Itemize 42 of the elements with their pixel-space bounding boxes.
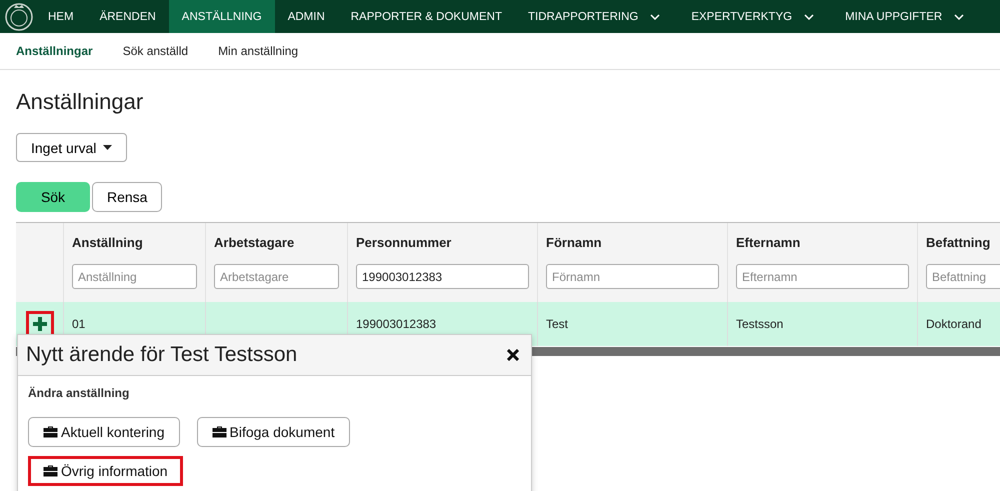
close-icon[interactable] (507, 349, 519, 361)
action-button[interactable]: Bifoga dokument (196, 417, 350, 447)
sub-nav-tab[interactable]: Sök anställd (122, 44, 188, 58)
column-header: Förnamn (546, 235, 603, 250)
filter-field[interactable]: Anställning (72, 264, 197, 289)
table-cell: Testsson (736, 317, 784, 331)
search-button[interactable]: Sök (16, 182, 90, 212)
popup-title: Nytt ärende för Test Testsson (26, 343, 298, 367)
nav-tab[interactable]: MINA UPPGIFTER (832, 0, 982, 33)
filter-field[interactable]: Förnamn (546, 264, 719, 289)
column-header: Personnummer (356, 235, 452, 250)
table-cell: Doktorand (926, 317, 982, 331)
sub-nav-tab[interactable]: Anställningar (16, 44, 93, 58)
table-cell: 01 (72, 317, 86, 331)
filter-field[interactable]: 199003012383 (356, 264, 529, 289)
action-button[interactable]: Aktuell kontering (28, 417, 180, 447)
column-header: Befattning (926, 235, 992, 250)
table-cell: 199003012383 (356, 317, 436, 331)
table-cell: Test (546, 317, 568, 331)
column-header: Arbetstagare (214, 235, 296, 250)
nav-tab[interactable]: EXPERTVERKTYG (678, 0, 832, 33)
nav-tab[interactable]: RAPPORTER & DOKUMENT (338, 0, 515, 33)
section-label: Ändra anställning (28, 386, 130, 400)
column-header: Anställning (72, 235, 144, 250)
filter-dropdown[interactable]: Inget urval (16, 133, 128, 162)
nav-tab[interactable]: ANSTÄLLNING (168, 0, 275, 33)
nav-tab[interactable]: ADMIN (274, 0, 338, 33)
column-header: Efternamn (736, 235, 802, 250)
page-title: Anställningar (16, 89, 144, 115)
nav-tab[interactable]: TIDRAPPORTERING (514, 0, 678, 33)
caret-icon (103, 145, 112, 150)
briefcase-icon (212, 426, 227, 438)
filter-field[interactable]: Arbetstagare (214, 264, 339, 289)
nav-tab[interactable]: HEM (38, 0, 87, 33)
clear-button[interactable]: Rensa (92, 182, 162, 212)
nav-tab[interactable]: ÄRENDEN (86, 0, 169, 33)
briefcase-icon (43, 426, 58, 438)
briefcase-icon (43, 465, 58, 477)
filter-field[interactable]: Efternamn (736, 264, 909, 289)
filter-field[interactable]: Befattning (926, 264, 1000, 289)
sub-nav-tab[interactable]: Min anställning (218, 44, 298, 58)
action-button[interactable]: Övrig information (28, 456, 183, 486)
